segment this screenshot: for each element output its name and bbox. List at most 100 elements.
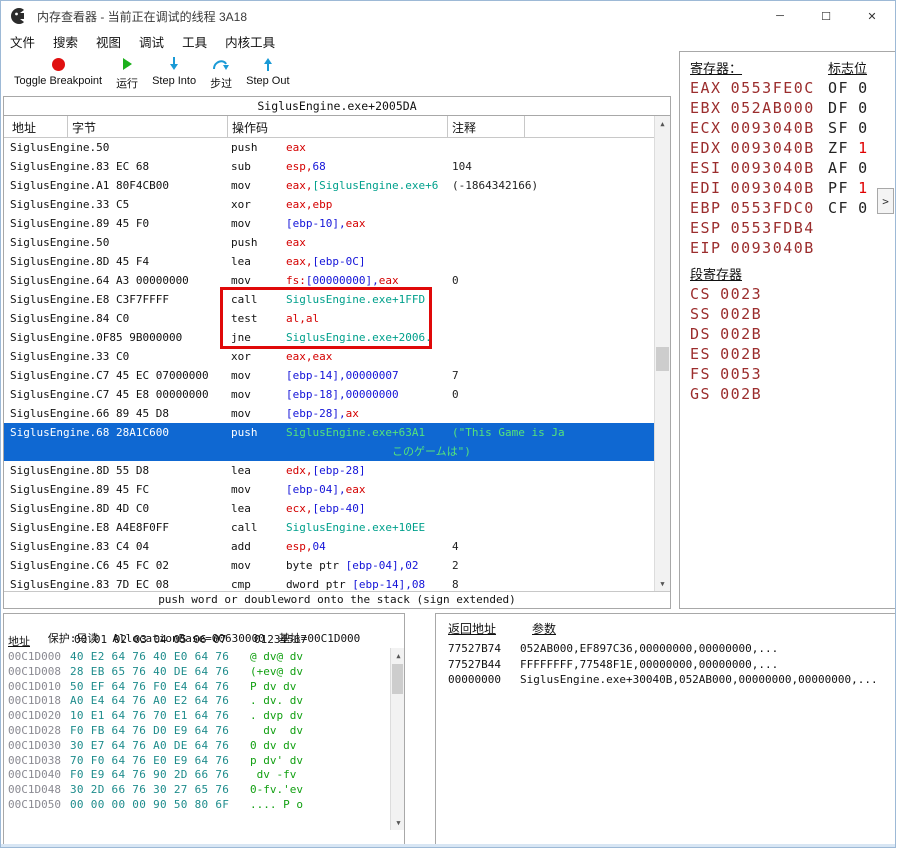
- dump-scroll-thumb[interactable]: [392, 664, 403, 694]
- segment-value: 0023: [720, 285, 762, 303]
- dump-row[interactable]: 00C1D010 50 EF 64 76 F0 E4 64 76 P dv dv: [4, 680, 389, 695]
- step-into-button[interactable]: Step Into: [145, 52, 203, 90]
- disasm-scroll-thumb[interactable]: [656, 347, 669, 371]
- disasm-line[interactable]: SiglusEngine.E8 A4E8F0FF call SiglusEngi…: [4, 518, 654, 537]
- menu-item[interactable]: 调试: [130, 32, 173, 51]
- flag-row[interactable]: OF0: [828, 78, 869, 98]
- register-row[interactable]: ECX0093040B: [690, 118, 815, 138]
- flag-row[interactable]: SF0: [828, 118, 869, 138]
- run-button[interactable]: 运行: [109, 52, 145, 94]
- menu-item[interactable]: 视图: [87, 32, 130, 51]
- dump-row[interactable]: 00C1D040 F0 E9 64 76 90 2D 66 76 dv -fv: [4, 768, 389, 783]
- flags-title: 标志位: [828, 58, 867, 77]
- scroll-down-icon[interactable]: ▼: [655, 576, 670, 591]
- scroll-up-icon[interactable]: ▲: [391, 648, 406, 663]
- menu-item[interactable]: 工具: [173, 32, 216, 51]
- disasm-address-bytes: SiglusEngine.50: [4, 233, 226, 252]
- disasm-line[interactable]: SiglusEngine.0F85 9B000000 jne SiglusEng…: [4, 328, 654, 347]
- disasm-line[interactable]: SiglusEngine.83 EC 68 sub esp,68 104: [4, 157, 654, 176]
- step-over-button[interactable]: 步过: [203, 52, 239, 94]
- scroll-down-icon[interactable]: ▼: [391, 815, 406, 830]
- disasm-line[interactable]: SiglusEngine.66 89 45 D8 mov [ebp-28],ax: [4, 404, 654, 423]
- flag-row[interactable]: ZF1: [828, 138, 869, 158]
- menu-item[interactable]: 内核工具: [216, 32, 284, 51]
- dump-bytes: 30 E7 64 76 A0 DE 64 76: [70, 739, 250, 754]
- segment-register-row[interactable]: FS0053: [690, 364, 762, 384]
- disasm-line[interactable]: SiglusEngine.84 C0 test al,al: [4, 309, 654, 328]
- disasm-line[interactable]: SiglusEngine.C7 45 EC 07000000 mov [ebp-…: [4, 366, 654, 385]
- disasm-line[interactable]: SiglusEngine.89 45 FC mov [ebp-04],eax: [4, 480, 654, 499]
- flag-row[interactable]: CF0: [828, 198, 869, 218]
- disasm-line[interactable]: SiglusEngine.50 push eax: [4, 138, 654, 157]
- disasm-line[interactable]: SiglusEngine.50 push eax: [4, 233, 654, 252]
- disasm-operands: eax: [286, 233, 449, 252]
- disasm-address-header[interactable]: SiglusEngine.exe+2005DA: [4, 97, 670, 116]
- disasm-line[interactable]: SiglusEngine.C6 45 FC 02 mov byte ptr [e…: [4, 556, 654, 575]
- column-comment: 注释: [452, 119, 476, 136]
- close-button[interactable]: ✕: [849, 1, 895, 31]
- disasm-line[interactable]: SiglusEngine.83 C4 04 add esp,04 4: [4, 537, 654, 556]
- toggle-breakpoint-button[interactable]: Toggle Breakpoint: [7, 52, 109, 90]
- disasm-mnemonic: push: [226, 233, 286, 252]
- register-row[interactable]: EIP0093040B: [690, 238, 815, 258]
- step-out-button[interactable]: Step Out: [239, 52, 296, 90]
- menu-item[interactable]: 文件: [1, 32, 44, 51]
- breakpoint-icon: [52, 55, 65, 73]
- disasm-line[interactable]: SiglusEngine.C7 45 E8 00000000 mov [ebp-…: [4, 385, 654, 404]
- segment-register-row[interactable]: CS0023: [690, 284, 762, 304]
- disasm-line[interactable]: SiglusEngine.A1 80F4CB00 mov eax,[Siglus…: [4, 176, 654, 195]
- dump-address: 00C1D018: [4, 694, 70, 709]
- register-row[interactable]: EBX052AB000: [690, 98, 815, 118]
- flag-row[interactable]: PF1: [828, 178, 869, 198]
- dump-scrollbar[interactable]: ▲ ▼: [390, 648, 404, 830]
- disasm-line[interactable]: SiglusEngine.33 C0 xor eax,eax: [4, 347, 654, 366]
- scroll-up-icon[interactable]: ▲: [655, 116, 670, 131]
- disasm-line[interactable]: SiglusEngine.64 A3 00000000 mov fs:[0000…: [4, 271, 654, 290]
- menu-bar: 文件 搜索 视图 调试 工具 内核工具: [1, 31, 895, 52]
- register-row[interactable]: EDX0093040B: [690, 138, 815, 158]
- disasm-line[interactable]: SiglusEngine.89 45 F0 mov [ebp-10],eax: [4, 214, 654, 233]
- disasm-line[interactable]: このゲームは"): [4, 442, 654, 461]
- disasm-operands: esp,04: [286, 537, 449, 556]
- segment-register-row[interactable]: SS002B: [690, 304, 762, 324]
- flag-row[interactable]: AF0: [828, 158, 869, 178]
- segment-register-row[interactable]: GS002B: [690, 384, 762, 404]
- dump-row[interactable]: 00C1D048 30 2D 66 76 30 27 65 76 0-fv.'e…: [4, 783, 389, 798]
- dump-bytes: 50 EF 64 76 F0 E4 64 76: [70, 680, 250, 695]
- dump-row[interactable]: 00C1D018 A0 E4 64 76 A0 E2 64 76 . dv. d…: [4, 694, 389, 709]
- dump-address: 00C1D028: [4, 724, 70, 739]
- disasm-line[interactable]: SiglusEngine.68 28A1C600 push SiglusEngi…: [4, 423, 654, 442]
- maximize-button[interactable]: ☐: [803, 1, 849, 31]
- stack-row[interactable]: 00000000 SiglusEngine.exe+30040B,052AB00…: [436, 672, 896, 688]
- register-row[interactable]: ESI0093040B: [690, 158, 815, 178]
- disasm-scrollbar[interactable]: ▲ ▼: [654, 116, 670, 591]
- dump-row[interactable]: 00C1D038 70 F0 64 76 E0 E9 64 76 p dv' d…: [4, 754, 389, 769]
- register-row[interactable]: EAX0553FE0C: [690, 78, 815, 98]
- register-row[interactable]: EBP0553FDC0: [690, 198, 815, 218]
- stack-row[interactable]: 77527B44 FFFFFFFF,77548F1E,00000000,0000…: [436, 657, 896, 673]
- dump-row[interactable]: 00C1D050 00 00 00 00 90 50 80 6F .... P …: [4, 798, 389, 813]
- disasm-comment: [471, 442, 654, 461]
- dump-row[interactable]: 00C1D020 10 E1 64 76 70 E1 64 76 . dvp d…: [4, 709, 389, 724]
- stack-row[interactable]: 77527B74 052AB000,EF897C36,00000000,0000…: [436, 641, 896, 657]
- flag-row[interactable]: DF0: [828, 98, 869, 118]
- dump-row[interactable]: 00C1D000 40 E2 64 76 40 E0 64 76 @ dv@ d…: [4, 650, 389, 665]
- dump-row[interactable]: 00C1D008 28 EB 65 76 40 DE 64 76 (+ev@ d…: [4, 665, 389, 680]
- register-row[interactable]: EDI0093040B: [690, 178, 815, 198]
- memory-dump-panel: 保护:只读AllocationBase=00630000基址=00C1D000 …: [3, 613, 405, 848]
- disasm-line[interactable]: SiglusEngine.8D 4D C0 lea ecx,[ebp-40]: [4, 499, 654, 518]
- minimize-button[interactable]: ─: [757, 1, 803, 31]
- disasm-line[interactable]: SiglusEngine.83 7D EC 08 cmp dword ptr […: [4, 575, 654, 591]
- registers-expand-button[interactable]: >: [877, 188, 894, 214]
- menu-item[interactable]: 搜索: [44, 32, 87, 51]
- register-row[interactable]: ESP0553FDB4: [690, 218, 815, 238]
- segment-register-row[interactable]: ES002B: [690, 344, 762, 364]
- disasm-line[interactable]: SiglusEngine.8D 45 F4 lea eax,[ebp-0C]: [4, 252, 654, 271]
- disasm-line[interactable]: SiglusEngine.8D 55 D8 lea edx,[ebp-28]: [4, 461, 654, 480]
- dump-row[interactable]: 00C1D028 F0 FB 64 76 D0 E9 64 76 dv dv: [4, 724, 389, 739]
- segment-register-row[interactable]: DS002B: [690, 324, 762, 344]
- dump-row[interactable]: 00C1D030 30 E7 64 76 A0 DE 64 76 0 dv dv: [4, 739, 389, 754]
- disasm-line[interactable]: SiglusEngine.33 C5 xor eax,ebp: [4, 195, 654, 214]
- stack-return-address: 77527B44: [436, 657, 520, 673]
- disasm-line[interactable]: SiglusEngine.E8 C3F7FFFF call SiglusEngi…: [4, 290, 654, 309]
